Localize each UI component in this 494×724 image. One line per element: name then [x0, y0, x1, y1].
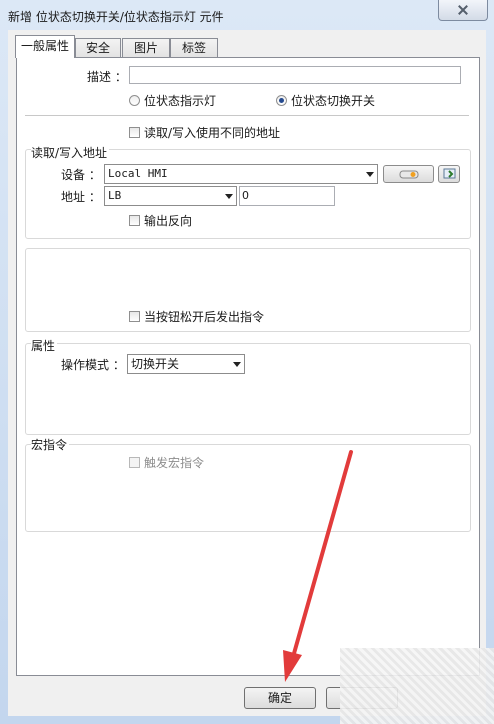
annotation-arrow-icon	[283, 450, 353, 682]
dialog-window: 新增 位状态切换开关/位状态指示灯 元件 一般属性 安全 图片 标签 描述 ： …	[0, 0, 494, 724]
tab-general[interactable]: 一般属性	[15, 35, 75, 58]
